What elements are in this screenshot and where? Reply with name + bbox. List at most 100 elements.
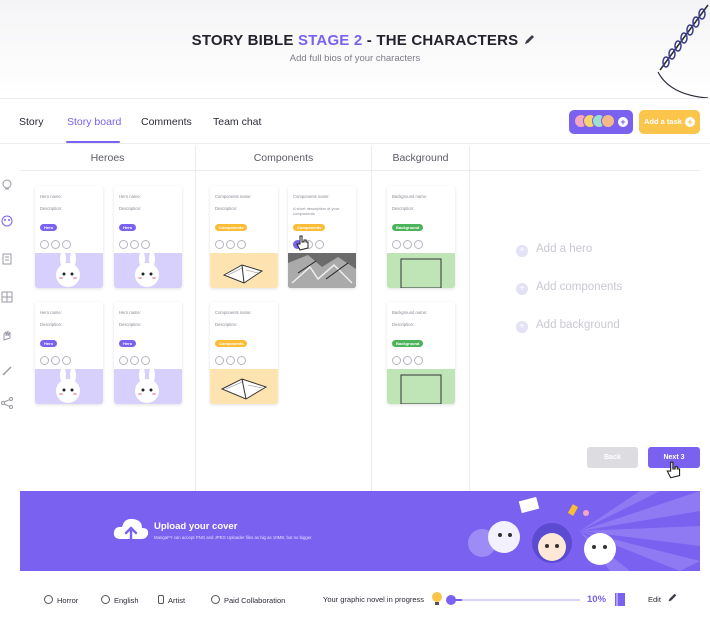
genre-label: Horror — [57, 596, 79, 605]
banner-subtitle: MangaFY can accept PNG and JPEG Uploader… — [154, 535, 313, 540]
hero-card[interactable]: Hero name: Description: Hero — [35, 186, 103, 288]
hand-icon[interactable] — [0, 328, 14, 342]
add-hero-link[interactable]: + Add a hero — [516, 243, 592, 257]
tab-story-board[interactable]: Story board — [67, 116, 121, 128]
role-chip[interactable]: Artist — [158, 595, 185, 605]
delete-icon[interactable] — [414, 240, 423, 249]
card-actions — [40, 352, 73, 365]
copy-icon[interactable] — [226, 356, 235, 365]
card-desc-label: Description: — [40, 322, 63, 327]
hero-card[interactable]: Hero name: Description: Hero — [114, 186, 182, 288]
copy-icon[interactable] — [403, 356, 412, 365]
bunny-icon — [56, 369, 80, 403]
background-tag: Background — [392, 224, 424, 231]
bunny-icon — [56, 253, 80, 287]
plus-icon: + — [516, 283, 528, 295]
add-components-link[interactable]: + Add components — [516, 281, 622, 295]
card-name-label: Components name: — [293, 194, 330, 199]
heroes-column: Heroes Hero name: Description: Hero Hero… — [20, 146, 196, 491]
delete-icon[interactable] — [62, 240, 71, 249]
tab-story[interactable]: Story — [19, 116, 44, 128]
component-card[interactable]: Components name: Description: Components — [210, 302, 278, 404]
add-components-label: Add components — [536, 281, 623, 293]
copy-icon[interactable] — [51, 240, 60, 249]
characters-icon[interactable] — [0, 214, 14, 228]
edit-icon[interactable] — [40, 356, 49, 365]
copy-icon[interactable] — [51, 356, 60, 365]
add-task-button[interactable]: Add a task + — [639, 110, 700, 134]
card-description: A short description of your components — [293, 206, 340, 216]
edit-icon[interactable] — [40, 240, 49, 249]
background-card[interactable]: Background name: Description: Background — [387, 186, 455, 288]
column-title-heroes: Heroes — [90, 152, 125, 164]
copy-icon[interactable] — [130, 356, 139, 365]
delete-icon[interactable] — [141, 240, 150, 249]
page: STORY BIBLE STAGE 2 - THE CHARACTERS Add… — [0, 0, 710, 621]
edit-icon[interactable] — [119, 356, 128, 365]
hero-thumbnail — [114, 253, 182, 288]
stage-header: STORY BIBLE STAGE 2 - THE CHARACTERS Add… — [0, 0, 710, 99]
hero-thumbnail — [114, 369, 182, 404]
hero-card[interactable]: Hero name: Description: Hero — [35, 302, 103, 404]
lightbulb-icon[interactable] — [0, 178, 14, 192]
tab-team-chat[interactable]: Team chat — [213, 116, 261, 128]
hero-tag: Hero — [40, 224, 58, 231]
delete-icon[interactable] — [62, 356, 71, 365]
tab-comments[interactable]: Comments — [141, 116, 192, 128]
component-card[interactable]: Components name: Description: Components — [210, 186, 278, 288]
sketch-image-icon — [288, 253, 356, 288]
background-card[interactable]: Background name: Description: Background — [387, 302, 455, 404]
copy-icon[interactable] — [403, 240, 412, 249]
page-subtitle: Add full bios of your characters — [289, 53, 421, 64]
ghost-icon — [44, 595, 53, 604]
background-column: Background Background name: Description:… — [372, 146, 470, 491]
book-icon — [615, 593, 625, 606]
edit-icon[interactable] — [215, 356, 224, 365]
language-icon — [101, 595, 110, 604]
card-desc-label: Description: — [392, 206, 415, 211]
project-footer: Horror English Artist Paid Collaboration… — [0, 585, 710, 615]
add-background-link[interactable]: + Add background — [516, 319, 620, 333]
edit-pencil-icon[interactable] — [522, 33, 536, 47]
hero-tag: Hero — [40, 340, 58, 347]
plus-icon: + — [685, 117, 695, 127]
language-label: English — [114, 596, 139, 605]
panels-icon[interactable] — [0, 290, 14, 304]
delete-icon[interactable] — [237, 356, 246, 365]
add-member-icon: + — [618, 117, 628, 127]
open-book-icon — [222, 264, 264, 284]
delete-icon[interactable] — [315, 240, 324, 249]
collaboration-chip[interactable]: Paid Collaboration — [211, 595, 285, 605]
hero-card[interactable]: Hero name: Description: Hero — [114, 302, 182, 404]
delete-icon[interactable] — [414, 356, 423, 365]
delete-icon[interactable] — [237, 240, 246, 249]
card-name-label: Background name: — [392, 194, 428, 199]
pen-icon[interactable] — [0, 364, 14, 378]
language-chip[interactable]: English — [101, 595, 139, 605]
pencil-icon[interactable] — [666, 592, 678, 604]
progress-bar — [449, 599, 580, 601]
upload-cover-banner[interactable]: Upload your cover MangaFY can accept PNG… — [20, 491, 700, 571]
card-desc-label: Description: — [215, 206, 238, 211]
edit-icon[interactable] — [392, 356, 401, 365]
edit-icon[interactable] — [392, 240, 401, 249]
share-icon[interactable] — [0, 396, 14, 410]
delete-icon[interactable] — [141, 356, 150, 365]
back-button[interactable]: Back — [587, 447, 638, 468]
edit-icon[interactable] — [119, 240, 128, 249]
copy-icon[interactable] — [226, 240, 235, 249]
genre-chip[interactable]: Horror — [44, 595, 78, 605]
component-card[interactable]: Components name: A short description of … — [288, 186, 356, 288]
edit-icon[interactable] — [215, 240, 224, 249]
document-icon[interactable] — [0, 252, 14, 266]
copy-icon[interactable] — [130, 240, 139, 249]
card-desc-label: Description: — [119, 322, 142, 327]
component-thumbnail — [210, 369, 278, 404]
title-stage: STAGE 2 — [297, 32, 363, 49]
background-tag: Background — [392, 340, 424, 347]
team-members-button[interactable]: + — [569, 110, 633, 134]
hero-tag: Hero — [119, 224, 137, 231]
edit-link[interactable]: Edit — [648, 595, 661, 604]
card-name-label: Hero name: — [40, 194, 62, 199]
role-label: Artist — [168, 596, 186, 605]
